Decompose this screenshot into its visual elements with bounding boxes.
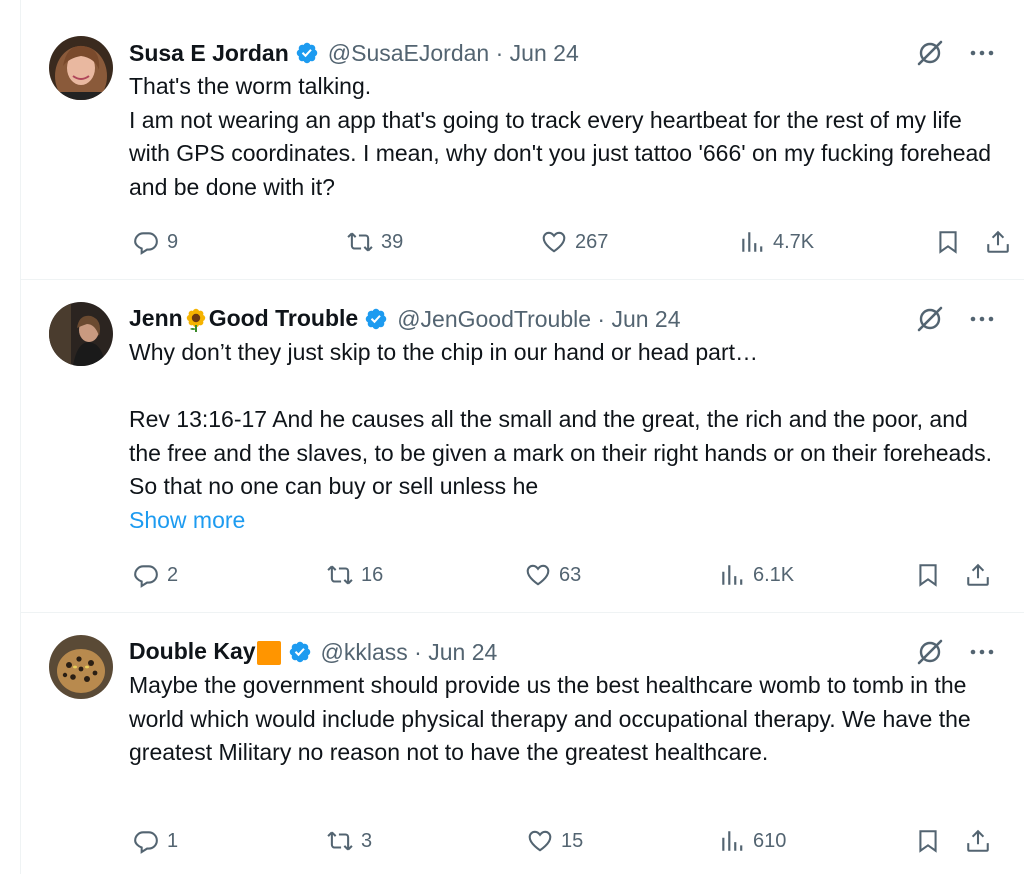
views-count: 610: [753, 829, 787, 852]
repost-count: 3: [361, 829, 373, 852]
share-icon: [967, 829, 989, 852]
more-icon[interactable]: [967, 304, 997, 334]
repost-button[interactable]: 39: [347, 226, 403, 258]
repost-icon: [327, 831, 353, 851]
reply-count: 1: [167, 829, 179, 852]
like-count: 15: [561, 829, 584, 852]
like-icon: [526, 564, 550, 586]
reply-icon: [134, 565, 158, 588]
avatar[interactable]: [49, 36, 113, 100]
reply-button[interactable]: 2: [133, 559, 178, 591]
tweet-actions: 1 3 15 610: [129, 825, 999, 857]
share-button[interactable]: [985, 226, 1011, 258]
bookmark-button[interactable]: [935, 226, 961, 258]
tweet-text-line: Maybe the government should provide us t…: [129, 672, 971, 766]
bookmark-button[interactable]: [915, 559, 941, 591]
verified-badge-icon: [288, 640, 312, 664]
timeline-feed: Susa E Jordan @SusaEJordan · Jun 24 That…: [20, 0, 1024, 874]
reply-icon: [134, 232, 158, 255]
tweet-text-line: Why don’t they just skip to the chip in …: [129, 339, 759, 365]
tweet-header: Jenn Good Trouble @JenGoodTrouble · Jun 2…: [129, 302, 681, 336]
reply-button[interactable]: 9: [133, 226, 178, 258]
tweet[interactable]: Susa E Jordan @SusaEJordan · Jun 24 That…: [21, 14, 1024, 280]
like-button[interactable]: 15: [527, 825, 583, 857]
verified-badge-icon: [364, 307, 388, 331]
sunflower-emoji: [183, 307, 209, 333]
author-name-part: Jenn: [129, 305, 183, 332]
like-icon: [528, 830, 552, 852]
show-more-link[interactable]: Show more: [129, 504, 999, 538]
more-icon[interactable]: [967, 38, 997, 68]
like-button[interactable]: 63: [525, 559, 581, 591]
avatar-image: [49, 635, 113, 699]
tweet-actions: 2 16 63 6.1K: [129, 559, 999, 591]
tweet-header: Double Kay @kklass · Jun 24: [129, 635, 497, 669]
tweet[interactable]: Double Kay @kklass · Jun 24 Maybe the go…: [21, 613, 1024, 874]
reply-count: 2: [167, 563, 179, 586]
views-button[interactable]: 6.1K: [719, 559, 794, 591]
tweet-date[interactable]: · Jun 24: [414, 639, 497, 665]
verified-badge-icon: [295, 41, 319, 65]
tweet-text: Maybe the government should provide us t…: [129, 669, 999, 770]
views-count: 4.7K: [773, 230, 815, 253]
grok-icon[interactable]: [915, 637, 945, 667]
author-handle[interactable]: @kklass: [321, 639, 408, 665]
views-count: 6.1K: [753, 563, 795, 586]
repost-count: 16: [361, 563, 384, 586]
tweet-text: Why don’t they just skip to the chip in …: [129, 336, 999, 538]
avatar[interactable]: [49, 635, 113, 699]
grok-icon[interactable]: [915, 304, 945, 334]
tweet-text: That's the worm talking. I am not wearin…: [129, 70, 999, 204]
tweet-date[interactable]: · Jun 24: [496, 40, 579, 66]
bookmark-icon: [939, 231, 957, 254]
bookmark-button[interactable]: [915, 825, 941, 857]
repost-icon: [347, 232, 373, 252]
repost-button[interactable]: 16: [327, 559, 383, 591]
reply-count: 9: [167, 230, 179, 253]
views-button[interactable]: 610: [719, 825, 786, 857]
tweet-actions: 9 39 267 4.7K: [129, 226, 1009, 258]
views-icon: [742, 232, 763, 252]
like-count: 63: [559, 563, 582, 586]
views-icon: [722, 565, 743, 585]
reply-button[interactable]: 1: [133, 825, 178, 857]
repost-button[interactable]: 3: [327, 825, 372, 857]
like-button[interactable]: 267: [541, 226, 608, 258]
author-name-part: Double Kay: [129, 638, 256, 665]
author-handle[interactable]: @JenGoodTrouble: [397, 306, 591, 332]
tweet-text-line: I am not wearing an app that's going to …: [129, 106, 992, 200]
author-name[interactable]: Double Kay: [129, 638, 282, 666]
tweet-header: Susa E Jordan @SusaEJordan · Jun 24: [129, 36, 579, 70]
avatar-image: [49, 36, 113, 100]
tweet-text-line: That's the worm talking.: [129, 73, 372, 99]
author-name[interactable]: Jenn Good Trouble: [129, 305, 358, 333]
like-icon: [542, 231, 566, 253]
like-count: 267: [575, 230, 609, 253]
tweet[interactable]: Jenn Good Trouble @JenGoodTrouble · Jun 2…: [21, 280, 1024, 613]
orange-square-emoji: [256, 640, 282, 666]
share-button[interactable]: [965, 825, 991, 857]
author-handle[interactable]: @SusaEJordan: [328, 40, 489, 66]
bookmark-icon: [919, 564, 937, 587]
tweet-text-line: Rev 13:16-17 And he causes all the small…: [129, 406, 993, 500]
views-icon: [722, 831, 743, 851]
avatar-image: [49, 302, 113, 366]
share-icon: [967, 563, 989, 586]
share-icon: [987, 230, 1009, 253]
author-name-part: Good Trouble: [208, 305, 359, 332]
bookmark-icon: [919, 830, 937, 853]
tweet-date[interactable]: · Jun 24: [597, 306, 680, 332]
grok-icon[interactable]: [915, 38, 945, 68]
share-button[interactable]: [965, 559, 991, 591]
avatar[interactable]: [49, 302, 113, 366]
repost-count: 39: [381, 230, 404, 253]
reply-icon: [134, 831, 158, 854]
more-icon[interactable]: [967, 637, 997, 667]
author-name[interactable]: Susa E Jordan: [129, 40, 289, 67]
views-button[interactable]: 4.7K: [739, 226, 814, 258]
repost-icon: [327, 565, 353, 585]
